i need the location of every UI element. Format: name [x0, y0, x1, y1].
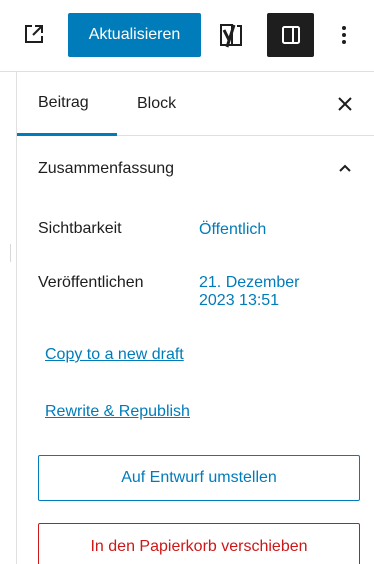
- chevron-up-icon[interactable]: [335, 158, 355, 178]
- sidebar-panel-icon: [281, 26, 300, 44]
- content-edge-mark: [10, 244, 11, 262]
- editor-sidebar-screen: Aktualisieren Beitrag Block Zusammenfass…: [0, 0, 374, 564]
- editor-toolbar: Aktualisieren: [0, 0, 374, 72]
- sidebar-tabs: Beitrag Block: [17, 72, 374, 136]
- summary-section-header[interactable]: Zusammenfassung: [17, 136, 374, 202]
- visibility-value[interactable]: Öffentlich: [199, 221, 266, 239]
- vertical-ellipsis-icon[interactable]: [330, 19, 358, 51]
- tab-block[interactable]: Block: [121, 72, 201, 136]
- publish-date-value[interactable]: 21. Dezember 2023 13:51: [199, 274, 300, 310]
- settings-sidebar: Beitrag Block Zusammenfassung Sichtbarke…: [16, 72, 374, 564]
- rewrite-republish-link[interactable]: Rewrite & Republish: [45, 403, 190, 421]
- external-link-icon[interactable]: [20, 20, 48, 48]
- yoast-y-icon[interactable]: [213, 19, 249, 51]
- tab-post[interactable]: Beitrag: [17, 72, 117, 136]
- switch-to-draft-button[interactable]: Auf Entwurf umstellen: [38, 455, 360, 501]
- sidebar-toggle-button[interactable]: [267, 13, 314, 57]
- publish-date-line: 21. Dezember: [199, 274, 300, 291]
- update-button[interactable]: Aktualisieren: [68, 13, 201, 57]
- summary-title: Zusammenfassung: [38, 160, 175, 177]
- publish-label: Veröffentlichen: [38, 274, 144, 291]
- publish-time-line: 2023 13:51: [199, 292, 280, 309]
- move-to-trash-button[interactable]: In den Papierkorb verschieben: [38, 523, 360, 564]
- close-icon[interactable]: [333, 92, 357, 116]
- content-edge: [0, 72, 16, 564]
- copy-to-draft-link[interactable]: Copy to a new draft: [45, 346, 184, 364]
- visibility-label: Sichtbarkeit: [38, 220, 122, 237]
